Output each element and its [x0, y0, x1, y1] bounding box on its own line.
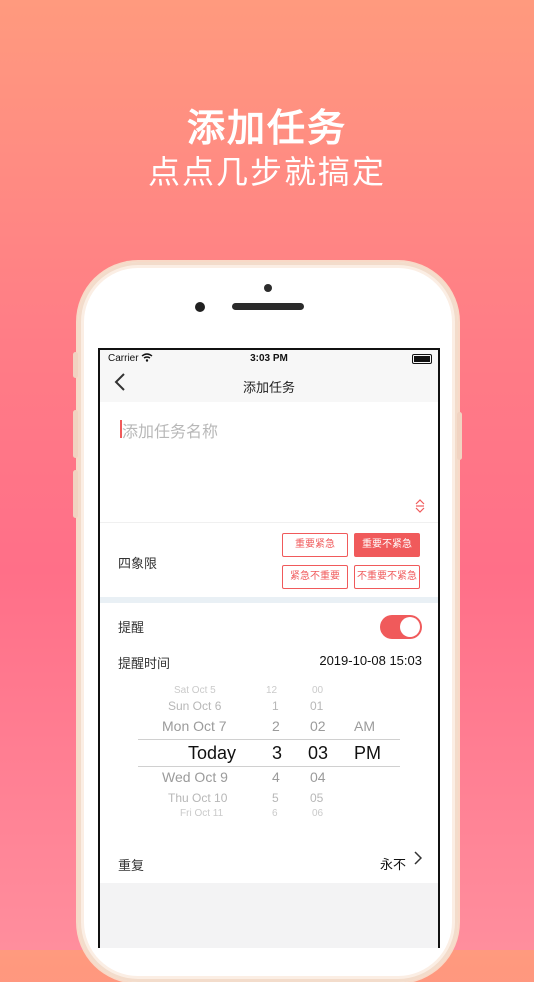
picker-minute-item[interactable]: 06 [312, 808, 323, 819]
resize-handle-icon[interactable] [414, 498, 426, 514]
picker-date-selected[interactable]: Today [188, 743, 236, 764]
reminder-toggle[interactable] [380, 615, 422, 639]
picker-hour-item[interactable]: 5 [272, 791, 279, 805]
mute-switch [73, 352, 78, 378]
status-bar: Carrier 3:03 PM [100, 350, 438, 366]
picker-minute-item[interactable]: 04 [310, 769, 326, 785]
task-name-input[interactable]: 添加任务名称 [100, 402, 438, 522]
picker-date-item[interactable]: Wed Oct 9 [162, 769, 228, 785]
picker-date-item[interactable]: Fri Oct 11 [180, 808, 223, 819]
picker-minute-item[interactable]: 00 [312, 685, 323, 696]
navigation-bar: 添加任务 [100, 366, 438, 402]
volume-down-button [73, 470, 78, 518]
picker-minute-item[interactable]: 05 [310, 791, 323, 805]
picker-hour-item[interactable]: 6 [272, 808, 278, 819]
picker-hour-item[interactable]: 12 [266, 685, 277, 696]
toggle-knob [400, 617, 420, 637]
picker-minute-item[interactable]: 01 [310, 699, 323, 713]
picker-date-item[interactable]: Sun Oct 6 [168, 699, 221, 713]
quadrant-important-not-urgent-button[interactable]: 重要不紧急 [354, 533, 420, 557]
picker-hour-item[interactable]: 1 [272, 699, 279, 713]
repeat-value: 永不 [379, 857, 406, 872]
picker-ampm-item[interactable]: AM [354, 718, 375, 734]
repeat-row[interactable]: 重复 永不 [100, 839, 438, 883]
picker-hour-item[interactable]: 4 [272, 769, 280, 785]
app-screen: Carrier 3:03 PM 添加任务 添加任务名称 四象限 重要紧急 重要不… [98, 348, 440, 948]
picker-selection-bottom-line [138, 766, 400, 767]
reminder-time-value: 2019-10-08 15:03 [319, 653, 422, 668]
quadrant-urgent-not-important-button[interactable]: 紧急不重要 [282, 565, 348, 589]
repeat-label: 重复 [118, 858, 145, 873]
picker-selection-top-line [138, 739, 400, 740]
speaker [232, 303, 304, 310]
battery-icon [412, 354, 432, 364]
picker-ampm-selected[interactable]: PM [354, 743, 381, 764]
chevron-right-icon [414, 851, 423, 870]
picker-date-item[interactable]: Sat Oct 5 [174, 685, 216, 696]
volume-up-button [73, 410, 78, 458]
picker-minute-item[interactable]: 02 [310, 718, 326, 734]
quadrant-not-important-not-urgent-button[interactable]: 不重要不紧急 [354, 565, 420, 589]
sensor [264, 284, 272, 292]
task-name-placeholder: 添加任务名称 [122, 424, 219, 441]
date-time-picker[interactable]: Sat Oct 5 Sun Oct 6 Mon Oct 7 Today Wed … [100, 679, 438, 839]
status-time: 3:03 PM [250, 353, 288, 364]
quadrant-section: 四象限 重要紧急 重要不紧急 紧急不重要 不重要不紧急 [100, 522, 438, 597]
headline-subtitle: 点点几步就搞定 [147, 154, 386, 190]
picker-minute-selected[interactable]: 03 [308, 743, 328, 764]
picker-hour-item[interactable]: 2 [272, 718, 280, 734]
reminder-time-row[interactable]: 提醒时间 2019-10-08 15:03 [100, 643, 438, 679]
quadrant-label: 四象限 [118, 556, 158, 571]
reminder-time-label: 提醒时间 [118, 656, 171, 671]
reminder-label: 提醒 [118, 620, 145, 635]
headline-title: 添加任务 [186, 108, 347, 150]
picker-date-item[interactable]: Mon Oct 7 [162, 718, 227, 734]
quadrant-important-urgent-button[interactable]: 重要紧急 [282, 533, 348, 557]
nav-title: 添加任务 [242, 380, 295, 395]
power-button [457, 412, 462, 460]
picker-hour-selected[interactable]: 3 [272, 743, 282, 764]
reminder-row: 提醒 [100, 603, 438, 643]
picker-date-item[interactable]: Thu Oct 10 [168, 791, 227, 805]
front-camera [195, 302, 205, 312]
